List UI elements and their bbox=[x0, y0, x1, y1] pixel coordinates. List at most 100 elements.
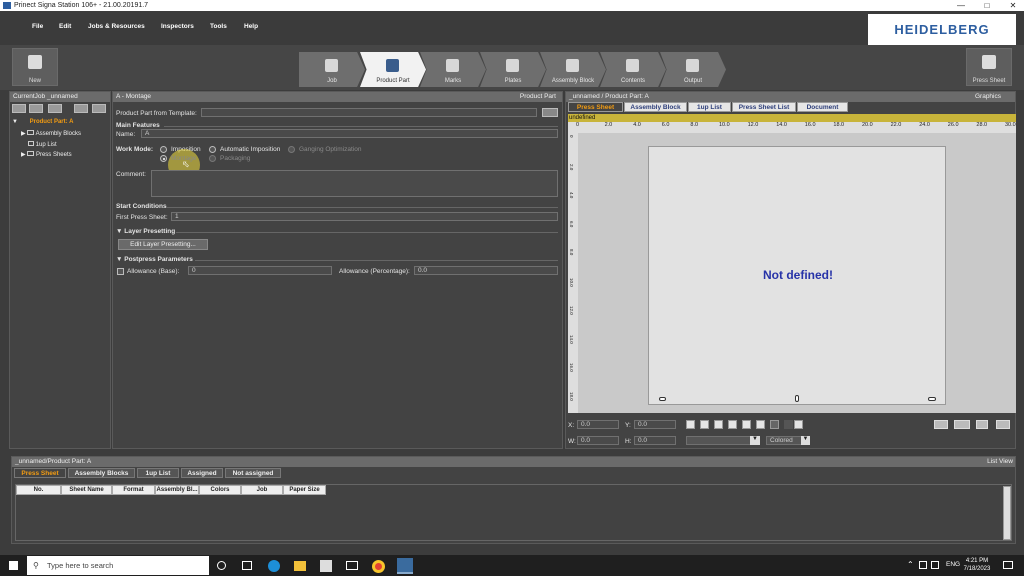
zoom-icon[interactable] bbox=[714, 420, 723, 429]
layer-select[interactable] bbox=[686, 436, 760, 445]
tab-press-sheet-list[interactable]: Press Sheet List bbox=[732, 102, 796, 112]
y-field[interactable]: 0.0 bbox=[634, 420, 676, 429]
chevron-up-icon[interactable]: ⌃ bbox=[907, 560, 914, 569]
menu-jobs-resources[interactable]: Jobs & Resources bbox=[88, 23, 145, 30]
hand-icon[interactable] bbox=[728, 420, 737, 429]
radio-automatic-imposition[interactable] bbox=[209, 146, 216, 153]
menu-edit[interactable]: Edit bbox=[59, 23, 71, 30]
step-contents[interactable]: Contents bbox=[600, 52, 666, 87]
x-field[interactable]: 0.0 bbox=[577, 420, 619, 429]
w-field[interactable]: 0.0 bbox=[577, 436, 619, 445]
column-header[interactable]: Format bbox=[112, 485, 155, 495]
tree-forward-icon[interactable] bbox=[74, 104, 88, 113]
step-assembly-block[interactable]: Assembly Block bbox=[540, 52, 606, 87]
export-icon[interactable] bbox=[976, 420, 988, 429]
select-arrow-icon[interactable] bbox=[686, 420, 695, 429]
mail-icon[interactable] bbox=[346, 561, 358, 570]
radio-imposition[interactable] bbox=[160, 146, 167, 153]
template-browse-icon[interactable] bbox=[542, 108, 558, 117]
pen-icon[interactable] bbox=[784, 420, 793, 429]
postpress-heading[interactable]: ▼ Postpress Parameters bbox=[116, 256, 193, 263]
settings-icon[interactable] bbox=[996, 420, 1010, 429]
close-icon[interactable]: ✕ bbox=[1002, 0, 1024, 11]
tree-item-press-sheets[interactable]: ▶ Press Sheets bbox=[21, 151, 72, 158]
layer-presetting-heading[interactable]: ▼ Layer Presetting bbox=[116, 228, 175, 235]
list-tab-assembly-blocks[interactable]: Assembly Blocks bbox=[68, 468, 135, 478]
chevron-down-icon[interactable]: ▼ bbox=[801, 436, 810, 445]
tree-stop-icon[interactable] bbox=[92, 104, 106, 113]
menu-inspectors[interactable]: Inspectors bbox=[161, 23, 194, 30]
tree-root[interactable]: ▼ Product Part: A bbox=[12, 119, 73, 125]
tab-document[interactable]: Document bbox=[797, 102, 848, 112]
step-job[interactable]: Job bbox=[299, 52, 365, 87]
tree-print-icon[interactable] bbox=[29, 104, 43, 113]
store-icon[interactable] bbox=[320, 560, 332, 572]
step-product-part[interactable]: Product Part bbox=[360, 52, 426, 87]
list-tab-not-assigned[interactable]: Not assigned bbox=[225, 468, 281, 478]
menu-tools[interactable]: Tools bbox=[210, 23, 227, 30]
tree-item-assembly-blocks[interactable]: ▶ Assembly Blocks bbox=[21, 130, 81, 137]
column-header[interactable]: Assembly Bl... bbox=[155, 485, 199, 495]
taskbar-search-box[interactable]: ⚲ Type here to search bbox=[27, 556, 209, 575]
windows-start-icon[interactable] bbox=[9, 561, 18, 570]
column-header[interactable]: Job bbox=[241, 485, 283, 495]
column-header[interactable]: Colors bbox=[199, 485, 241, 495]
step-marks[interactable]: Marks bbox=[420, 52, 486, 87]
edit-layer-presetting-button[interactable]: Edit Layer Presetting... bbox=[118, 239, 208, 250]
fit-icon[interactable] bbox=[794, 420, 803, 429]
column-header[interactable]: Sheet Name bbox=[61, 485, 112, 495]
tree-more-icon[interactable] bbox=[48, 104, 62, 113]
view-mode-icon[interactable] bbox=[934, 420, 948, 429]
menu-help[interactable]: Help bbox=[244, 23, 258, 30]
menu-file[interactable]: File bbox=[32, 23, 43, 30]
column-header[interactable]: No. bbox=[16, 485, 61, 495]
signa-station-taskbar-icon[interactable] bbox=[397, 558, 413, 574]
comment-field[interactable] bbox=[151, 170, 558, 197]
step-plates[interactable]: Plates bbox=[480, 52, 546, 87]
radio-montage[interactable] bbox=[160, 155, 167, 162]
tree-new-icon[interactable] bbox=[12, 104, 26, 113]
select-mode-icon[interactable] bbox=[700, 420, 709, 429]
radio-packaging[interactable] bbox=[209, 155, 216, 162]
step-output[interactable]: Output bbox=[660, 52, 726, 87]
tab-1up-list[interactable]: 1up List bbox=[688, 102, 731, 112]
tree-item-1up-list[interactable]: 1up List bbox=[28, 141, 57, 148]
press-sheet-canvas[interactable]: Not defined! bbox=[648, 146, 946, 405]
allowance-checkbox[interactable] bbox=[117, 268, 124, 275]
list-tab-assigned[interactable]: Assigned bbox=[181, 468, 223, 478]
h-field[interactable]: 0.0 bbox=[634, 436, 676, 445]
vertical-scrollbar[interactable] bbox=[1003, 486, 1011, 540]
file-explorer-icon[interactable] bbox=[294, 561, 306, 571]
press-sheet-button[interactable]: Press Sheet bbox=[966, 48, 1012, 86]
edge-icon[interactable] bbox=[268, 560, 280, 572]
tab-press-sheet[interactable]: Press Sheet bbox=[568, 102, 623, 112]
chevron-down-icon[interactable]: ▼ bbox=[750, 436, 760, 445]
allowance-base-field[interactable]: 0 bbox=[188, 266, 332, 275]
chrome-icon[interactable] bbox=[372, 560, 385, 573]
first-press-sheet-field[interactable]: 1 bbox=[171, 212, 558, 221]
grid-icon[interactable] bbox=[742, 420, 751, 429]
allowance-pct-field[interactable]: 0.0 bbox=[414, 266, 558, 275]
template-field[interactable] bbox=[201, 108, 537, 117]
preview-icon[interactable] bbox=[954, 420, 970, 429]
list-tab-1up-list[interactable]: 1up List bbox=[137, 468, 179, 478]
expand-icon[interactable]: ▼ bbox=[12, 119, 18, 125]
task-view-icon[interactable] bbox=[242, 561, 252, 570]
new-button[interactable]: New bbox=[12, 48, 58, 86]
network-icon[interactable] bbox=[919, 561, 927, 569]
clock-time[interactable]: 4:21 PM bbox=[964, 558, 990, 564]
cut-icon[interactable] bbox=[770, 420, 779, 429]
tab-assembly-block[interactable]: Assembly Block bbox=[624, 102, 687, 112]
cortana-icon[interactable] bbox=[217, 561, 226, 570]
maximize-icon[interactable]: □ bbox=[976, 0, 998, 11]
column-header[interactable]: Paper Size bbox=[283, 485, 326, 495]
list-tab-press-sheet[interactable]: Press Sheet bbox=[14, 468, 66, 478]
clock-date[interactable]: 7/18/2023 bbox=[962, 566, 992, 572]
notification-icon[interactable] bbox=[1003, 561, 1013, 569]
name-field[interactable]: A bbox=[141, 129, 558, 138]
radio-ganging-optimization[interactable] bbox=[288, 146, 295, 153]
table-icon[interactable] bbox=[756, 420, 765, 429]
minimize-icon[interactable]: — bbox=[950, 0, 972, 11]
language-indicator[interactable]: ENG bbox=[946, 561, 960, 568]
volume-icon[interactable] bbox=[931, 561, 939, 569]
